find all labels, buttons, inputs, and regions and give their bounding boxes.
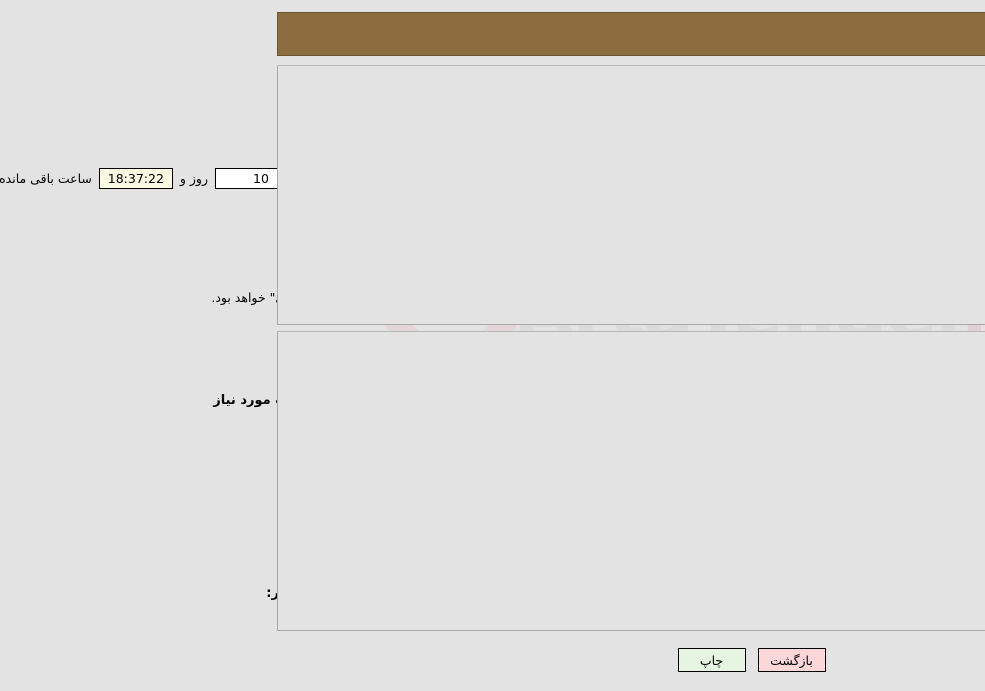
need-info-panel (18, 65, 967, 325)
page-root: ArtaTender.net جزئیات اطلاعات نیاز شماره… (0, 0, 985, 691)
service-details-panel (18, 331, 967, 631)
page-header-bar: جزئیات اطلاعات نیاز (18, 12, 967, 56)
print-button[interactable]: چاپ (419, 648, 487, 672)
footer-button-bar: بازگشت چاپ (0, 648, 985, 672)
page-title: جزئیات اطلاعات نیاز (839, 27, 950, 42)
back-button[interactable]: بازگشت (499, 648, 567, 672)
